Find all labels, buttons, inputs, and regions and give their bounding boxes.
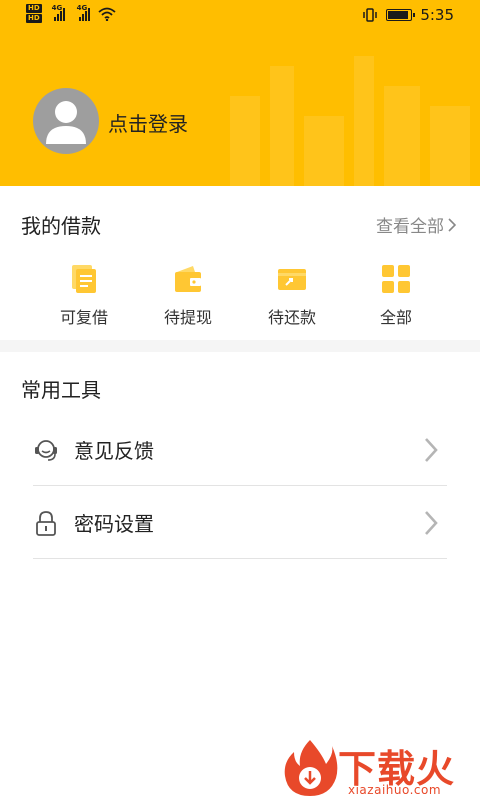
loan-item-label: 待提现 xyxy=(163,308,212,327)
loan-item-label: 待还款 xyxy=(267,308,316,327)
chevron-right-icon xyxy=(425,437,438,462)
loan-item-label: 全部 xyxy=(379,308,412,327)
hd-label-1: HD xyxy=(26,4,42,13)
loan-item-pending-withdraw[interactable]: 待提现 xyxy=(136,264,240,328)
signal-icon: 4G xyxy=(76,3,90,21)
battery-level xyxy=(388,11,408,19)
network-type-2: 4G xyxy=(76,3,88,12)
clock: 5:35 xyxy=(420,6,454,24)
hd-label-2: HD xyxy=(26,14,42,23)
view-all-link[interactable]: 查看全部 xyxy=(376,212,456,237)
skyline-decoration xyxy=(230,56,470,186)
status-bar: HD HD 4G 4G 5:35 xyxy=(0,0,480,32)
login-link[interactable]: 点击登录 xyxy=(108,108,188,137)
loan-item-pending-repay[interactable]: 待还款 xyxy=(240,264,344,328)
tool-item-feedback[interactable]: 意见反馈 xyxy=(33,414,447,486)
wifi-icon xyxy=(98,7,116,21)
loan-item-reborrow[interactable]: 可复借 xyxy=(32,264,136,328)
loans-section-title: 我的借款 xyxy=(21,214,101,238)
chevron-right-icon xyxy=(425,510,438,535)
flame-icon xyxy=(284,740,338,796)
hd-indicator: HD HD xyxy=(26,4,42,23)
grid-icon xyxy=(382,265,410,293)
avatar[interactable] xyxy=(33,88,99,154)
network-type-1: 4G xyxy=(51,3,63,12)
view-all-label: 查看全部 xyxy=(376,217,444,237)
chevron-right-icon xyxy=(448,217,456,232)
loan-shortcuts: 可复借 待提现 待还款 全部 xyxy=(32,264,448,328)
tools-section-title: 常用工具 xyxy=(21,378,101,402)
tool-item-label: 意见反馈 xyxy=(74,439,154,463)
card-icon xyxy=(278,269,306,290)
tool-item-label: 密码设置 xyxy=(74,512,154,536)
user-icon xyxy=(46,101,86,144)
section-divider xyxy=(0,340,480,352)
battery-icon xyxy=(386,9,416,21)
wallet-icon xyxy=(175,266,201,292)
tool-item-password[interactable]: 密码设置 xyxy=(33,487,447,559)
loan-item-all[interactable]: 全部 xyxy=(344,264,448,328)
loan-item-label: 可复借 xyxy=(59,308,108,327)
headset-icon xyxy=(35,439,57,461)
vibrate-icon xyxy=(363,8,378,22)
profile-header: HD HD 4G 4G 5:35 点击登录 xyxy=(0,0,480,186)
signal-icon: 4G xyxy=(51,3,65,21)
lock-icon xyxy=(36,510,56,536)
watermark-domain: xiazaihuo.com xyxy=(348,783,442,797)
watermark-logo: 下载火 xiazaihuo.com xyxy=(282,738,478,800)
document-icon xyxy=(72,265,96,293)
